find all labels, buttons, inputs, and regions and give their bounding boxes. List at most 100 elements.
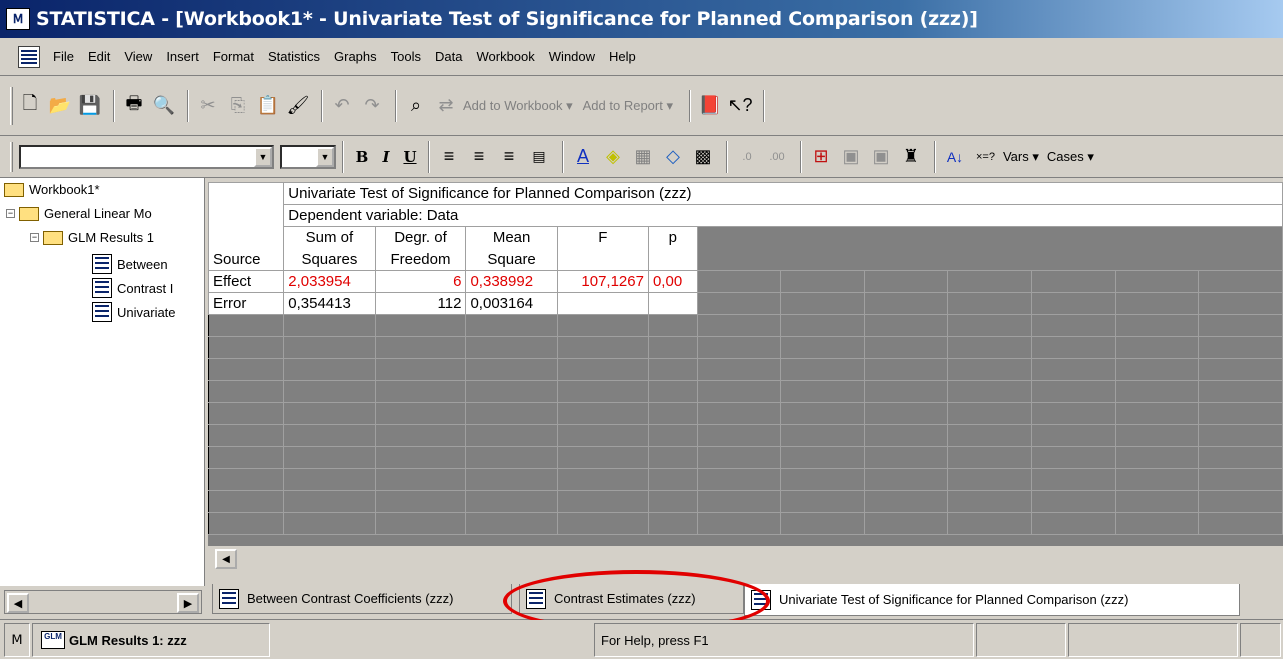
cell-ms[interactable]: 0,003164 xyxy=(465,292,558,315)
menu-workbook[interactable]: Workbook xyxy=(469,49,541,64)
menu-view[interactable]: View xyxy=(117,49,159,64)
new-document-icon[interactable]: 🗋 xyxy=(17,91,43,121)
equals-question-icon[interactable]: ×=? xyxy=(976,151,995,163)
row-header-effect[interactable]: Effect xyxy=(208,270,285,293)
borders-icon[interactable]: ▦ xyxy=(630,142,656,172)
tree-node-contrast-estimates[interactable]: Contrast I xyxy=(92,278,203,298)
cell-ss[interactable]: 2,033954 xyxy=(283,270,376,293)
variable-specs-icon[interactable]: ▣ xyxy=(838,142,864,172)
collapse-icon[interactable]: − xyxy=(30,233,39,242)
replace-icon[interactable]: ⇄ xyxy=(433,91,459,121)
chevron-down-icon[interactable]: ▼ xyxy=(254,146,272,167)
column-header[interactable] xyxy=(647,248,698,271)
font-size-combo[interactable]: ▼ xyxy=(280,144,336,169)
toolbar-grip[interactable] xyxy=(10,141,13,172)
tab-univariate-test[interactable]: Univariate Test of Significance for Plan… xyxy=(744,584,1240,616)
font-color-icon[interactable]: A xyxy=(570,142,596,172)
decrease-decimal-icon[interactable]: .00 xyxy=(764,142,790,172)
menu-data[interactable]: Data xyxy=(428,49,469,64)
italic-button[interactable]: I xyxy=(374,148,398,166)
column-header[interactable]: p xyxy=(647,226,698,249)
print-icon[interactable]: 🖶 xyxy=(121,91,147,121)
grid-icon[interactable]: ▩ xyxy=(690,142,716,172)
undo-icon[interactable]: ↶ xyxy=(329,91,355,121)
statistica-app-icon[interactable]: Ⅿ xyxy=(6,8,30,30)
tree-node-workbook[interactable]: Workbook1* xyxy=(4,182,100,197)
cut-icon[interactable]: ✂ xyxy=(195,91,221,121)
cell-f[interactable] xyxy=(556,292,649,315)
column-header[interactable]: Mean xyxy=(465,226,558,249)
column-header[interactable]: Squares xyxy=(283,248,376,271)
cell-ms[interactable]: 0,338992 xyxy=(465,270,558,293)
cell-p[interactable]: 0,00 xyxy=(647,270,698,293)
results-spreadsheet[interactable]: Univariate Test of Significance for Plan… xyxy=(208,182,1283,546)
find-binoculars-icon[interactable]: ⌕ xyxy=(403,91,429,121)
document-window-icon[interactable] xyxy=(18,45,40,68)
add-to-workbook-button[interactable]: Add to Workbook ▾ xyxy=(463,98,573,114)
column-header[interactable]: Square xyxy=(465,248,558,271)
scroll-left-icon[interactable]: ◀ xyxy=(7,593,29,613)
menu-format[interactable]: Format xyxy=(206,49,261,64)
menu-insert[interactable]: Insert xyxy=(159,49,206,64)
fill-color-icon[interactable]: ◈ xyxy=(600,142,626,172)
save-icon[interactable]: 💾 xyxy=(77,91,103,121)
print-preview-icon[interactable]: 🔍 xyxy=(151,91,177,121)
cell-ss[interactable]: 0,354413 xyxy=(283,292,376,315)
underline-button[interactable]: U xyxy=(398,148,422,166)
menu-window[interactable]: Window xyxy=(542,49,602,64)
row-header-error[interactable]: Error xyxy=(208,292,285,315)
tree-node-univariate-test[interactable]: Univariate xyxy=(92,302,203,322)
open-folder-icon[interactable]: 📂 xyxy=(47,91,73,121)
add-to-report-button[interactable]: Add to Report ▾ xyxy=(583,98,673,114)
menu-statistics[interactable]: Statistics xyxy=(261,49,327,64)
align-left-icon[interactable]: ≡ xyxy=(436,142,462,172)
app-small-icon[interactable]: Ⅿ xyxy=(4,623,30,657)
column-header[interactable]: Sum of xyxy=(283,226,376,249)
column-header[interactable]: Degr. of xyxy=(374,226,467,249)
sort-az-icon[interactable]: A↓ xyxy=(942,142,968,172)
vars-button[interactable]: Vars ▾ xyxy=(1003,149,1039,165)
align-right-icon[interactable]: ≡ xyxy=(496,142,522,172)
chevron-down-icon[interactable]: ▼ xyxy=(316,146,334,167)
collapse-icon[interactable]: − xyxy=(6,209,15,218)
tree-horizontal-scrollbar[interactable]: ◀ ▶ xyxy=(4,590,202,614)
toolbar-grip[interactable] xyxy=(10,86,13,125)
variable-tools-icon[interactable]: ♜ xyxy=(898,142,924,172)
menu-edit[interactable]: Edit xyxy=(81,49,117,64)
cell-properties-icon[interactable]: ▤ xyxy=(526,142,552,172)
cell-df[interactable]: 112 xyxy=(374,292,467,315)
redo-icon[interactable]: ↷ xyxy=(359,91,385,121)
increase-decimal-icon[interactable]: .0 xyxy=(734,142,760,172)
menu-tools[interactable]: Tools xyxy=(384,49,428,64)
context-help-icon[interactable]: ↖? xyxy=(727,91,753,121)
align-center-icon[interactable]: ≡ xyxy=(466,142,492,172)
font-name-combo[interactable]: ▼ xyxy=(19,144,274,169)
corner-cell[interactable] xyxy=(208,182,285,227)
paste-icon[interactable]: 📋 xyxy=(255,91,281,121)
cases-button[interactable]: Cases ▾ xyxy=(1047,149,1094,165)
horizontal-scrollbar[interactable]: ◀ xyxy=(212,548,1283,570)
menu-file[interactable]: File xyxy=(46,49,81,64)
tree-node-glm-results[interactable]: − GLM Results 1 xyxy=(30,230,203,245)
marker-icon[interactable]: ◇ xyxy=(660,142,686,172)
case-specs-icon[interactable]: ▣ xyxy=(868,142,894,172)
tree-node-between-contrast[interactable]: Between xyxy=(92,254,203,274)
scroll-left-icon[interactable]: ◀ xyxy=(215,549,237,569)
scroll-right-icon[interactable]: ▶ xyxy=(177,593,199,613)
tree-node-general-linear-models[interactable]: − General Linear Mo xyxy=(6,206,203,221)
bold-button[interactable]: B xyxy=(350,148,374,166)
cell-f[interactable]: 107,1267 xyxy=(556,270,649,293)
tab-between-contrast-coefficients[interactable]: Between Contrast Coefficients (zzz) xyxy=(212,584,512,614)
column-header[interactable]: F xyxy=(556,226,649,249)
column-header[interactable] xyxy=(556,248,649,271)
cell-df[interactable]: 6 xyxy=(374,270,467,293)
copy-icon[interactable]: ⎘ xyxy=(225,91,251,121)
format-painter-icon[interactable]: 🖌 xyxy=(285,91,311,121)
cell-p[interactable] xyxy=(647,292,698,315)
column-header[interactable]: Freedom xyxy=(374,248,467,271)
status-task-button[interactable]: GLM GLM Results 1: zzz xyxy=(32,623,270,657)
menu-help[interactable]: Help xyxy=(602,49,643,64)
merge-cells-icon[interactable]: ⊞ xyxy=(808,142,834,172)
menu-graphs[interactable]: Graphs xyxy=(327,49,384,64)
statistics-book-icon[interactable]: 📕 xyxy=(697,91,723,121)
